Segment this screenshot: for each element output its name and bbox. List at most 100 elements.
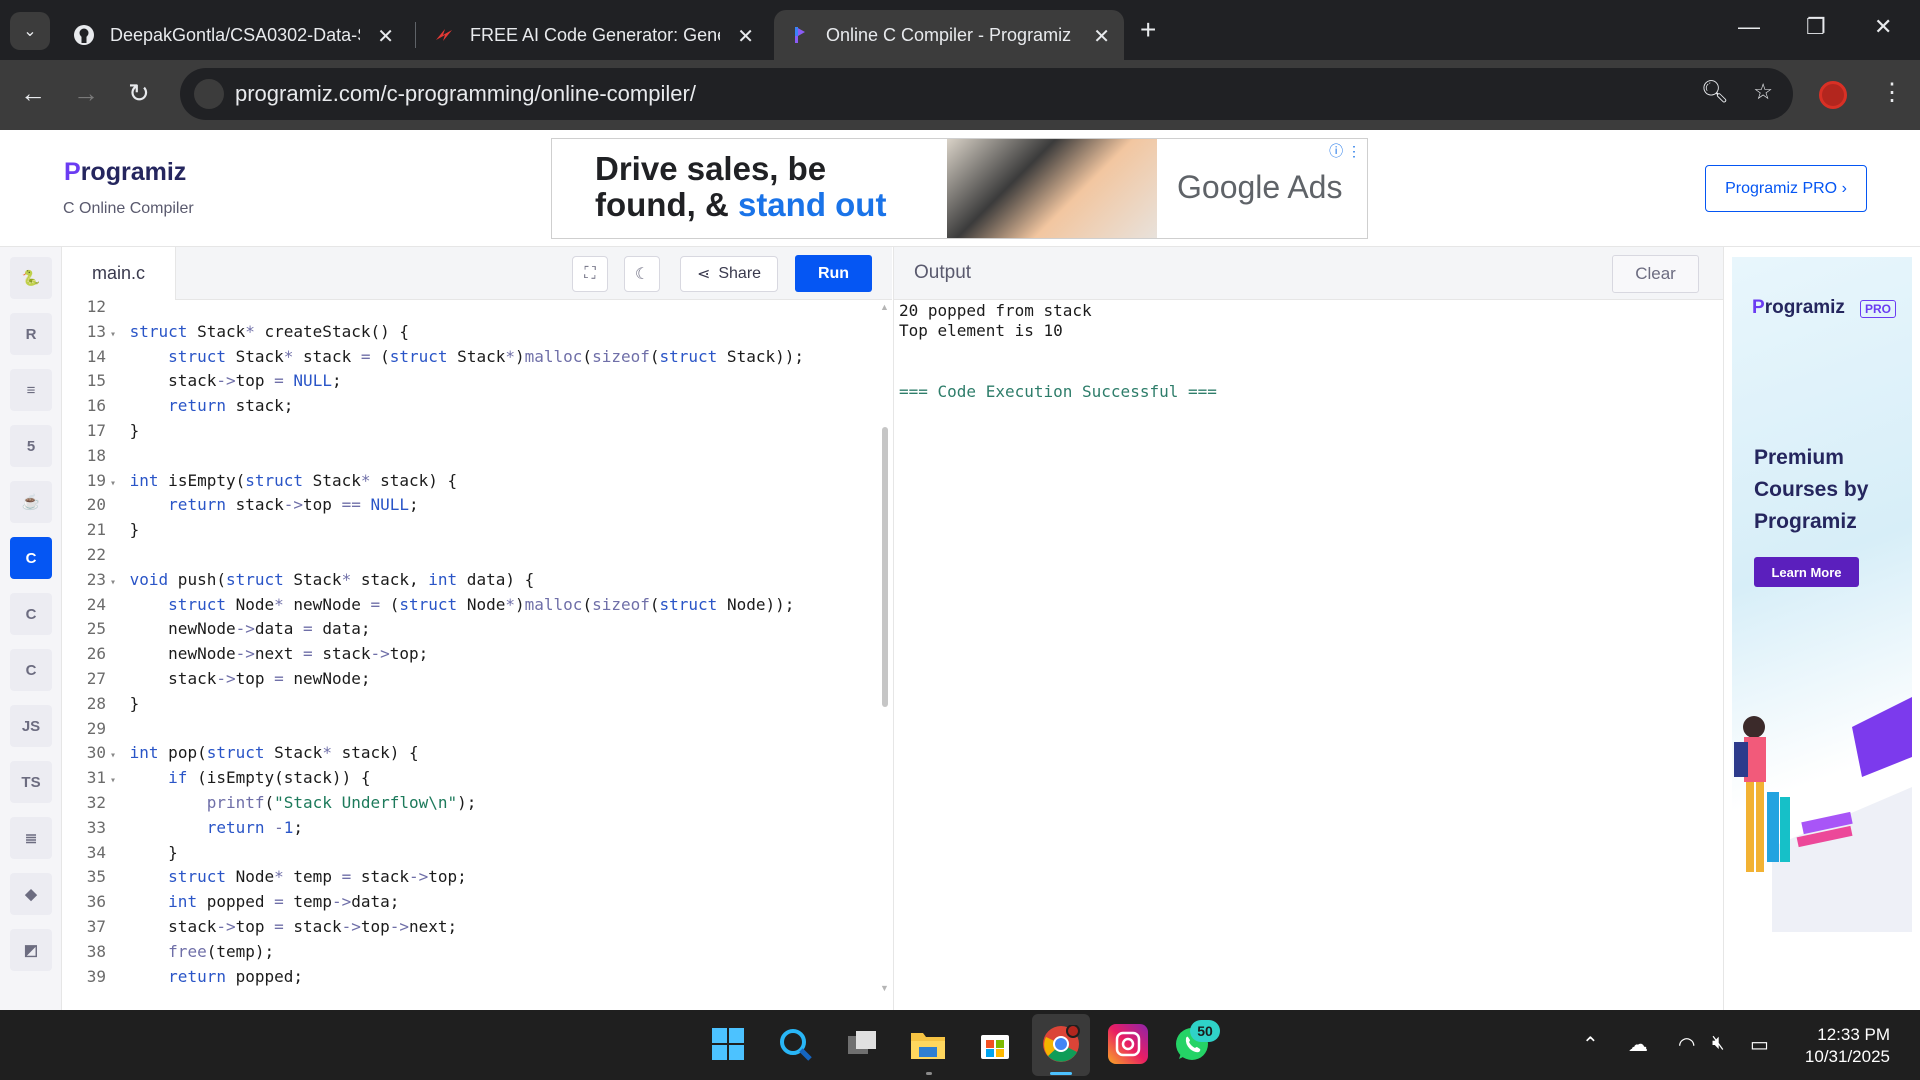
close-tab-icon[interactable]: ✕: [377, 24, 394, 49]
side-ad[interactable]: Programiz PRO Premium Courses by Program…: [1732, 257, 1912, 932]
system-clock[interactable]: 12:33 PM 10/31/2025: [1780, 1024, 1890, 1068]
cpp-icon[interactable]: C: [10, 593, 52, 635]
code-line[interactable]: 29: [62, 717, 862, 742]
wifi-icon[interactable]: ◠: [1678, 1032, 1695, 1057]
code-line[interactable]: 20 return stack->top == NULL;: [62, 493, 862, 518]
clear-button[interactable]: Clear: [1612, 255, 1699, 293]
code-line[interactable]: 37 stack->top = stack->top->next;: [62, 915, 862, 940]
minimize-button[interactable]: —: [1738, 14, 1760, 40]
reload-button[interactable]: ↻: [128, 78, 150, 109]
r-icon[interactable]: R: [10, 313, 52, 355]
sql-icon[interactable]: ≡: [10, 369, 52, 411]
scroll-up-arrow[interactable]: ▲: [880, 302, 889, 312]
search-icon[interactable]: [775, 1024, 815, 1064]
start-icon[interactable]: [708, 1024, 748, 1064]
microsoft-store-icon[interactable]: [975, 1024, 1015, 1064]
volume-muted-icon[interactable]: 🔇︎: [1712, 1032, 1725, 1055]
tab-search-button[interactable]: ⌄: [10, 12, 50, 50]
code-line[interactable]: 32 printf("Stack Underflow\n");: [62, 791, 862, 816]
java-icon[interactable]: ☕: [10, 481, 52, 523]
bookmark-star-icon[interactable]: ☆: [1753, 79, 1773, 104]
code-line[interactable]: 38 free(temp);: [62, 940, 862, 965]
programiz-pro-button[interactable]: Programiz PRO ›: [1705, 165, 1867, 212]
show-hidden-icons[interactable]: ⌃: [1582, 1032, 1599, 1057]
code-line[interactable]: 14 struct Stack* stack = (struct Stack*)…: [62, 345, 862, 370]
url-text[interactable]: programiz.com/c-programming/online-compi…: [235, 81, 696, 107]
ad-info-icon[interactable]: ⓘ ⋮: [1329, 141, 1361, 161]
browser-tab-github[interactable]: DeepakGontla/CSA0302-Data-S ✕: [58, 10, 408, 60]
code-token: ->: [216, 371, 236, 391]
browser-menu-icon[interactable]: ⋮: [1880, 78, 1904, 107]
line-number: 32: [86, 793, 106, 812]
html-icon[interactable]: 5: [10, 425, 52, 467]
site-settings-icon[interactable]: [194, 79, 224, 109]
code-line[interactable]: 19 ▾ int isEmpty(struct Stack* stack) {: [62, 469, 862, 494]
banner-ad[interactable]: Drive sales, be found, & stand out Googl…: [551, 138, 1368, 239]
chrome-icon[interactable]: [1041, 1024, 1081, 1064]
go-icon[interactable]: ≣: [10, 817, 52, 859]
code-token: stack;: [225, 396, 294, 416]
dark-mode-icon[interactable]: ☾: [624, 256, 660, 292]
onedrive-icon[interactable]: ☁: [1628, 1032, 1648, 1057]
file-explorer-icon[interactable]: [908, 1024, 948, 1064]
code-line[interactable]: 25 newNode->data = data;: [62, 617, 862, 642]
code-line[interactable]: 34 }: [62, 841, 862, 866]
js-icon[interactable]: JS: [10, 705, 52, 747]
code-line[interactable]: 22: [62, 543, 862, 568]
new-tab-button[interactable]: +: [1140, 14, 1156, 46]
restore-button[interactable]: ❐: [1806, 14, 1826, 40]
kotlin-icon[interactable]: ◩: [10, 929, 52, 971]
code-editor[interactable]: 12 13 ▾ struct Stack* createStack() {14 s…: [62, 300, 892, 1010]
code-line[interactable]: 17 }: [62, 419, 862, 444]
profile-avatar[interactable]: [1819, 81, 1847, 109]
close-window-button[interactable]: ✕: [1874, 14, 1892, 40]
code-line[interactable]: 15 stack->top = NULL;: [62, 369, 862, 394]
code-line[interactable]: 31 ▾ if (isEmpty(stack)) {: [62, 766, 862, 791]
programiz-logo[interactable]: Programiz: [64, 158, 186, 187]
address-bar[interactable]: programiz.com/c-programming/online-compi…: [180, 68, 1793, 120]
browser-tab-ai-generator[interactable]: FREE AI Code Generator: Gener ✕: [418, 10, 768, 60]
back-button[interactable]: ←: [20, 78, 46, 109]
code-line[interactable]: 21 }: [62, 518, 862, 543]
task-view-icon[interactable]: [842, 1024, 882, 1064]
code-token: push(: [168, 569, 226, 589]
code-line[interactable]: 30 ▾ int pop(struct Stack* stack) {: [62, 741, 862, 766]
battery-icon[interactable]: ▭: [1750, 1032, 1769, 1057]
code-line[interactable]: 28 }: [62, 692, 862, 717]
close-tab-icon[interactable]: ✕: [737, 24, 754, 49]
share-button[interactable]: ⋖ Share: [680, 256, 778, 292]
ts-icon[interactable]: TS: [10, 761, 52, 803]
code-line[interactable]: 12: [62, 300, 862, 320]
learn-more-button[interactable]: Learn More: [1754, 557, 1859, 587]
forward-button[interactable]: →: [73, 78, 99, 109]
code-token: free: [168, 941, 207, 961]
page-subtitle: C Online Compiler: [63, 200, 194, 217]
code-line[interactable]: 26 newNode->next = stack->top;: [62, 642, 862, 667]
code-line[interactable]: 13 ▾ struct Stack* createStack() {: [62, 320, 862, 345]
code-line[interactable]: 27 stack->top = newNode;: [62, 667, 862, 692]
zoom-icon[interactable]: 🔍︎: [1701, 79, 1729, 104]
fullscreen-icon[interactable]: ⛶: [572, 256, 608, 292]
python-icon[interactable]: 🐍: [10, 257, 52, 299]
instagram-icon[interactable]: [1108, 1024, 1148, 1064]
code-line[interactable]: 33 return -1;: [62, 816, 862, 841]
output-console[interactable]: 20 popped from stack Top element is 10 ===…: [893, 300, 1723, 1010]
csharp-icon[interactable]: C: [10, 649, 52, 691]
editor-scrollbar-thumb[interactable]: [882, 427, 888, 707]
swift-icon[interactable]: ◆: [10, 873, 52, 915]
run-button[interactable]: Run: [795, 255, 872, 292]
code-line[interactable]: 36 int popped = temp->data;: [62, 890, 862, 915]
scroll-down-arrow[interactable]: ▼: [880, 983, 889, 993]
code-line[interactable]: 24 struct Node* newNode = (struct Node*)…: [62, 593, 862, 618]
close-tab-icon[interactable]: ✕: [1093, 24, 1110, 49]
file-tab-main-c[interactable]: main.c: [62, 247, 176, 300]
code-line[interactable]: 18: [62, 444, 862, 469]
c-icon[interactable]: C: [10, 537, 52, 579]
browser-tab-programiz[interactable]: Online C Compiler - Programiz ✕: [774, 10, 1124, 60]
code-token: void: [129, 569, 169, 589]
code-line[interactable]: 35 struct Node* temp = stack->top;: [62, 865, 862, 890]
code-line[interactable]: 39 return popped;: [62, 965, 862, 990]
code-line[interactable]: 23 ▾ void push(struct Stack* stack, int d…: [62, 568, 862, 593]
code-line[interactable]: 16 return stack;: [62, 394, 862, 419]
